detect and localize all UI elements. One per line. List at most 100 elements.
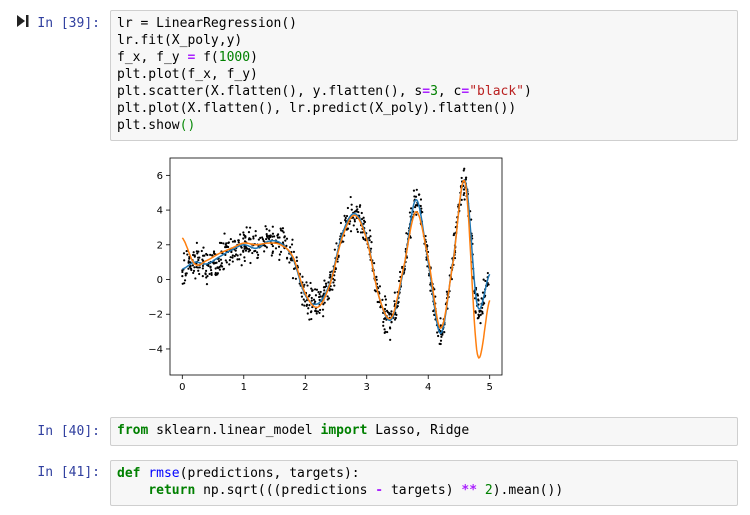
scatter-point	[313, 288, 317, 291]
scatter-point	[441, 333, 444, 336]
scatter-point	[321, 308, 325, 311]
scatter-point	[198, 272, 201, 276]
scatter-point	[216, 272, 219, 275]
scatter-point	[410, 207, 413, 210]
scatter-point	[192, 251, 195, 254]
scatter-point	[265, 237, 268, 241]
scatter-point	[322, 286, 326, 289]
scatter-point	[206, 253, 209, 257]
scatter-point	[383, 317, 386, 321]
scatter-point	[474, 310, 477, 313]
scatter-point	[197, 269, 200, 272]
scatter-point	[445, 290, 448, 293]
scatter-point	[195, 241, 198, 244]
scatter-point	[237, 239, 240, 242]
scatter-point	[345, 214, 349, 218]
code-line: plt.scatter(X.flatten(), y.flatten(), s=…	[117, 83, 731, 100]
scatter-point	[390, 321, 393, 324]
scatter-point	[244, 249, 248, 252]
scatter-point	[276, 236, 280, 239]
scatter-point	[196, 252, 199, 255]
scatter-point	[264, 225, 267, 228]
code-token: targets)	[383, 483, 462, 498]
scatter-point	[239, 253, 242, 256]
scatter-point	[278, 253, 281, 256]
code-token: np.sqrt(((predictions	[195, 483, 376, 498]
scatter-point	[300, 291, 303, 294]
y-tick-label: −4	[148, 344, 163, 355]
scatter-point	[322, 315, 325, 318]
code-lines: def rmse(predictions, targets): return n…	[117, 465, 731, 499]
code-token: plt.plot(f_x, f_y)	[117, 67, 258, 82]
scatter-point	[201, 264, 205, 268]
scatter-point	[210, 271, 213, 275]
scatter-point	[240, 246, 243, 249]
scatter-point	[231, 254, 234, 257]
scatter-point	[309, 281, 312, 285]
scatter-point	[384, 303, 387, 306]
scatter-point	[270, 254, 273, 257]
scatter-point	[288, 261, 291, 264]
scatter-point	[218, 241, 222, 244]
scatter-point	[291, 277, 295, 280]
scatter-point	[290, 243, 294, 246]
scatter-point	[389, 338, 392, 341]
scatter-point	[254, 249, 257, 252]
x-tick-label: 3	[364, 382, 370, 393]
scatter-point	[382, 320, 385, 324]
code-token: f(	[195, 50, 219, 65]
scatter-point	[248, 249, 252, 252]
scatter-point	[477, 316, 480, 319]
scatter-point	[227, 241, 230, 245]
scatter-point	[282, 231, 285, 234]
scatter-point	[332, 281, 335, 284]
scatter-point	[268, 229, 271, 232]
scatter-point	[329, 273, 332, 276]
code-token: def	[117, 466, 141, 481]
scatter-point	[417, 193, 421, 196]
scatter-point	[229, 237, 232, 241]
code-cell-40[interactable]: from sklearn.linear_model import Lasso, …	[110, 417, 738, 446]
scatter-point	[251, 251, 254, 255]
scatter-point	[220, 262, 223, 265]
code-line: lr.fit(X_poly,y)	[117, 32, 731, 49]
scatter-point	[481, 312, 484, 315]
scatter-point	[344, 216, 347, 220]
code-token: , c	[437, 84, 462, 99]
scatter-point	[256, 256, 259, 259]
code-line: lr = LinearRegression()	[117, 15, 731, 32]
scatter-point	[291, 238, 294, 241]
scatter-point	[187, 267, 190, 270]
scatter-point	[349, 195, 352, 199]
scatter-point	[356, 230, 359, 233]
scatter-point	[333, 248, 336, 251]
scatter-point	[229, 256, 232, 259]
scatter-point	[414, 195, 418, 198]
scatter-point	[359, 231, 363, 234]
scatter-point	[383, 331, 386, 335]
code-line: plt.show()	[117, 117, 731, 134]
scatter-point	[369, 247, 373, 250]
scatter-point	[378, 285, 382, 288]
scatter-point	[231, 260, 234, 263]
code-cell-41[interactable]: def rmse(predictions, targets): return n…	[110, 460, 738, 506]
scatter-point	[348, 222, 351, 225]
scatter-point	[306, 284, 309, 287]
scatter-point	[224, 259, 227, 262]
scatter-point	[478, 309, 481, 313]
code-token: from	[117, 423, 149, 438]
scatter-point	[395, 313, 398, 316]
scatter-point	[242, 233, 245, 236]
scatter-point	[360, 211, 363, 215]
scatter-point	[310, 299, 313, 302]
scatter-point	[266, 235, 269, 238]
scatter-point	[201, 275, 204, 278]
scatter-point	[193, 254, 196, 257]
scatter-point	[195, 266, 198, 269]
scatter-point	[342, 240, 345, 243]
scatter-point	[311, 289, 314, 292]
scatter-point	[484, 279, 487, 283]
code-cell-39[interactable]: lr = LinearRegression() lr.fit(X_poly,y) f…	[110, 10, 738, 141]
scatter-point	[479, 322, 482, 325]
